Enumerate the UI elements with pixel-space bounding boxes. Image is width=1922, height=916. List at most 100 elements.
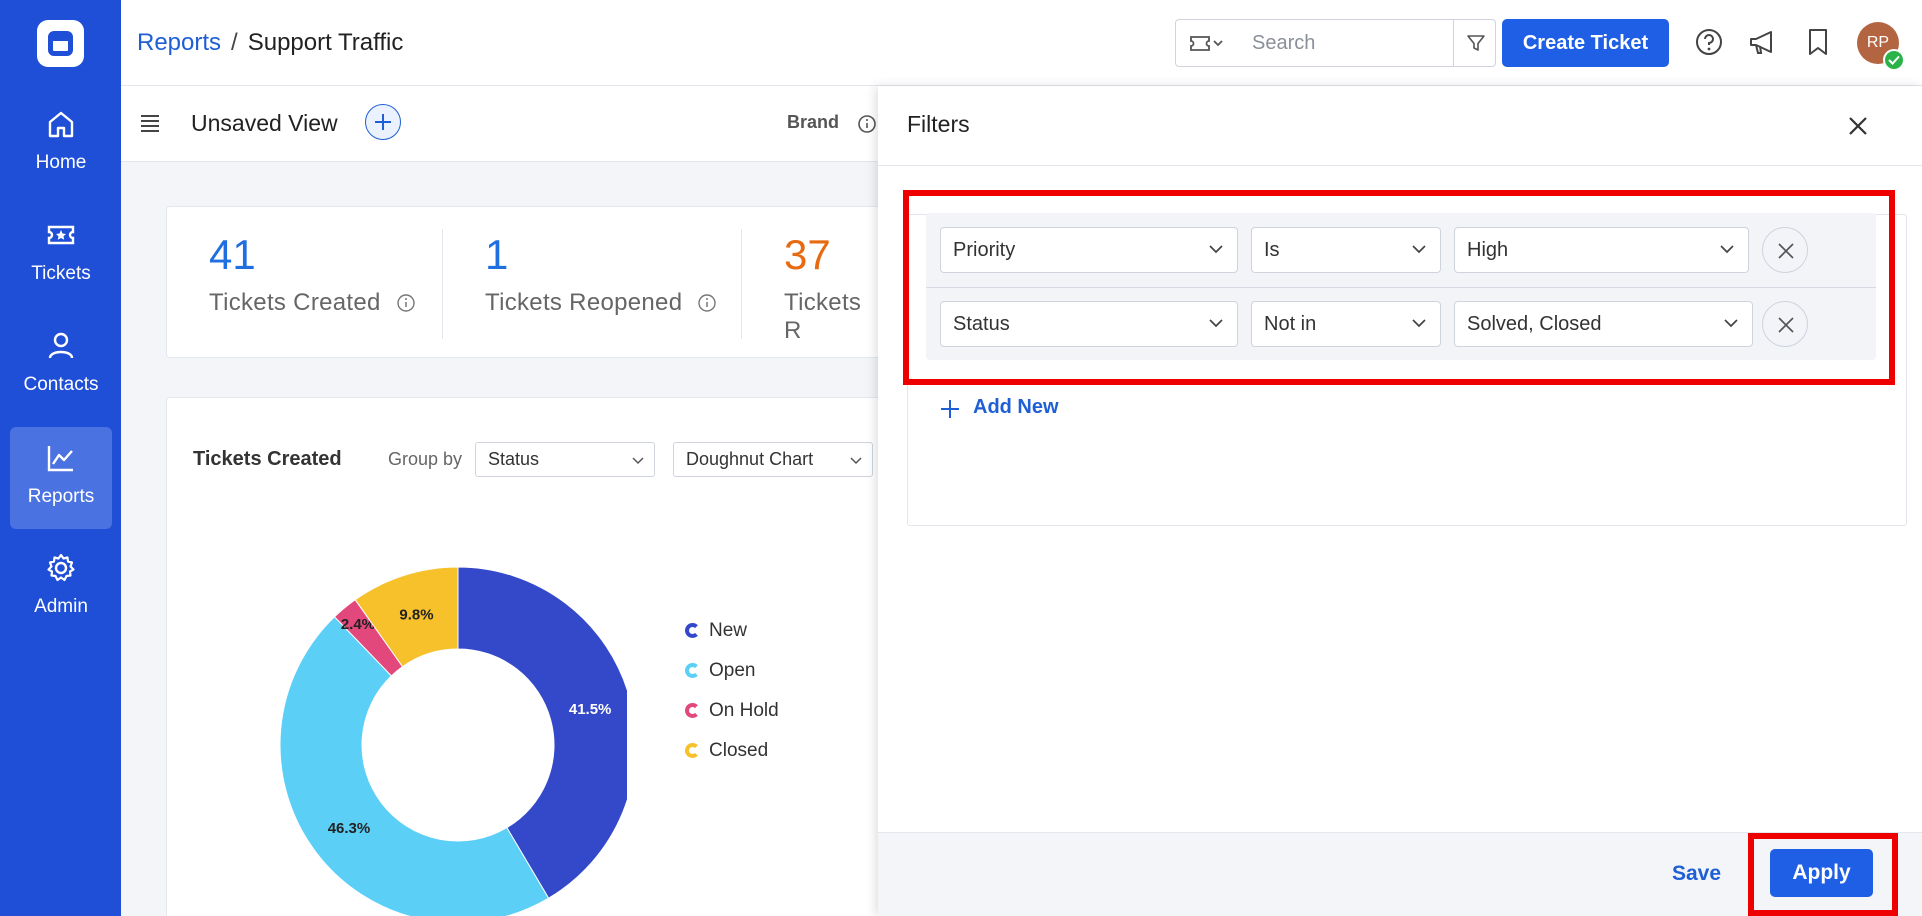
chart-type-value: Doughnut Chart	[686, 449, 814, 469]
stat-label: Tickets R	[784, 289, 862, 344]
gear-icon	[47, 553, 75, 582]
search-filter-button[interactable]	[1453, 20, 1495, 66]
sidebar-item-label: Contacts	[23, 374, 99, 395]
chevron-down-icon	[1724, 319, 1738, 328]
legend-item-closed[interactable]: Closed	[685, 740, 779, 780]
info-icon	[698, 294, 717, 312]
chevron-down-icon	[1412, 245, 1426, 254]
chevron-down-icon	[850, 457, 862, 465]
filter-value: Solved, Closed	[1467, 313, 1602, 335]
sidebar-item-contacts[interactable]: Contacts	[10, 315, 112, 417]
filter-icon	[1467, 35, 1485, 51]
filter-value-select[interactable]: High	[1454, 227, 1749, 273]
stat-tickets-resolved: 37 Tickets R	[784, 231, 880, 345]
check-icon	[1888, 55, 1900, 65]
tickets-created-chart-card: Tickets Created Group by Status Doughnut…	[166, 397, 881, 916]
divider	[926, 287, 1876, 288]
filter-field-value: Priority	[953, 239, 1016, 261]
apply-button[interactable]: Apply	[1770, 849, 1873, 897]
help-icon[interactable]	[1694, 27, 1724, 57]
stat-value: 37	[784, 231, 831, 278]
divider	[741, 229, 742, 339]
chevron-down-icon	[1209, 245, 1223, 254]
search-bar	[1175, 19, 1496, 67]
filter-operator-value: Is	[1264, 239, 1280, 261]
sidebar-item-label: Tickets	[31, 263, 91, 284]
stat-value: 1	[485, 231, 509, 278]
filter-operator-select[interactable]: Is	[1251, 227, 1441, 273]
search-input[interactable]	[1238, 20, 1438, 66]
ticket-icon	[1190, 36, 1223, 51]
chevron-down-icon	[632, 457, 644, 465]
info-icon	[396, 294, 415, 312]
close-icon[interactable]	[1846, 114, 1870, 138]
bookmark-icon[interactable]	[1805, 27, 1831, 57]
home-icon	[48, 111, 74, 138]
legend-item-on-hold[interactable]: On Hold	[685, 700, 779, 740]
remove-filter-button[interactable]	[1762, 301, 1808, 347]
filter-operator-value: Not in	[1264, 313, 1317, 335]
legend-item-open[interactable]: Open	[685, 660, 779, 700]
info-icon	[858, 115, 876, 133]
close-icon	[1778, 243, 1794, 259]
add-new-filter-button[interactable]: Add New	[939, 396, 1059, 419]
remove-filter-button[interactable]	[1762, 227, 1808, 273]
plus-icon	[375, 114, 391, 130]
chevron-down-icon	[1720, 245, 1734, 254]
filters-panel-header: Filters	[878, 86, 1922, 166]
app-logo[interactable]	[37, 20, 84, 67]
breadcrumb: Reports / Support Traffic	[137, 29, 403, 57]
megaphone-icon[interactable]	[1747, 27, 1779, 57]
slice-label: 46.3%	[328, 820, 371, 837]
sidebar: Home Tickets Contacts Reports Admin	[0, 0, 121, 916]
user-icon	[48, 332, 74, 359]
stats-summary-card: 41 Tickets Created 1 Tickets Reopened 37…	[166, 206, 881, 358]
filters-panel: Filters	[878, 86, 1922, 916]
sidebar-item-label: Admin	[34, 596, 88, 617]
group-by-value: Status	[488, 449, 540, 469]
divider	[442, 229, 443, 339]
view-title: Unsaved View	[191, 110, 338, 136]
filter-value: High	[1467, 239, 1509, 261]
slice-label: 41.5%	[569, 701, 612, 718]
filter-operator-select[interactable]: Not in	[1251, 301, 1441, 347]
create-ticket-button[interactable]: Create Ticket	[1502, 19, 1669, 67]
sidebar-item-tickets[interactable]: Tickets	[10, 204, 112, 306]
close-icon	[1778, 317, 1794, 333]
brand-filter-label[interactable]: Brand	[787, 112, 839, 133]
menu-icon[interactable]	[139, 113, 161, 133]
chart-type-select[interactable]: Doughnut Chart	[673, 442, 873, 477]
stat-tickets-reopened: 1 Tickets Reopened	[485, 231, 717, 317]
save-button[interactable]: Save	[1672, 862, 1721, 886]
filter-field-select[interactable]: Priority	[940, 227, 1238, 273]
legend-item-new[interactable]: New	[685, 620, 779, 660]
filter-value-select[interactable]: Solved, Closed	[1454, 301, 1753, 347]
add-view-button[interactable]	[365, 104, 401, 140]
slice-label: 9.8%	[399, 606, 433, 623]
plus-icon	[941, 400, 959, 418]
breadcrumb-separator: /	[231, 29, 238, 56]
ticket-icon	[47, 225, 75, 245]
chart-legend: New Open On Hold Closed	[685, 620, 779, 780]
online-status-badge	[1883, 49, 1905, 71]
stat-value: 41	[209, 231, 256, 278]
chevron-down-icon	[1412, 319, 1426, 328]
breadcrumb-reports-link[interactable]: Reports	[137, 29, 221, 56]
sidebar-item-reports[interactable]: Reports	[10, 427, 112, 529]
sidebar-item-home[interactable]: Home	[10, 93, 112, 195]
stat-tickets-created: 41 Tickets Created	[209, 231, 416, 317]
group-by-select[interactable]: Status	[475, 442, 655, 477]
filter-field-select[interactable]: Status	[940, 301, 1238, 347]
search-type-dropdown[interactable]	[1176, 20, 1238, 66]
stat-label: Tickets Reopened	[485, 289, 717, 317]
chart-title: Tickets Created	[193, 448, 342, 470]
add-new-label: Add New	[973, 396, 1059, 418]
chart-line-icon	[47, 446, 73, 472]
filters-title: Filters	[907, 111, 970, 137]
doughnut-chart: 41.5%46.3%2.4%9.8%	[279, 566, 627, 916]
filters-panel-footer	[878, 832, 1922, 916]
sidebar-item-admin[interactable]: Admin	[10, 537, 112, 639]
filter-field-value: Status	[953, 313, 1010, 335]
group-by-label: Group by	[388, 449, 463, 469]
stat-label: Tickets Created	[209, 289, 416, 317]
